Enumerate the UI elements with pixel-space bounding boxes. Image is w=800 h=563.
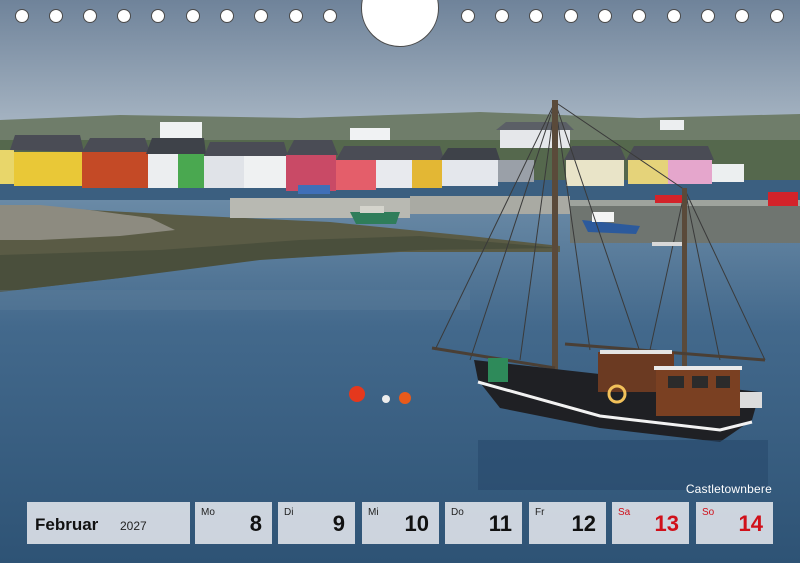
day-number: 12 [571, 511, 596, 536]
binding-hole [564, 9, 578, 23]
day-number: 9 [332, 511, 345, 536]
binding-hole [220, 9, 234, 23]
binding-hole [667, 9, 681, 23]
harbour-photo [0, 0, 800, 563]
day-cell-friday: Fr 12 [529, 502, 606, 544]
day-number: 13 [654, 511, 679, 536]
year-label: 2027 [120, 519, 147, 533]
binding-hole [49, 9, 63, 23]
day-number: 11 [488, 511, 512, 536]
binding-hole [770, 9, 784, 23]
month-name: Februar [35, 515, 99, 534]
day-cell-saturday: Sa 13 [612, 502, 689, 544]
day-cell-sunday: So 14 [696, 502, 773, 544]
day-cell-thursday: Do 11 [445, 502, 522, 544]
day-of-week: Mo [201, 507, 215, 518]
day-cell-wednesday: Mi 10 [362, 502, 439, 544]
day-number: 8 [249, 511, 262, 536]
day-cell-monday: Mo 8 [195, 502, 272, 544]
binding-hole [495, 9, 509, 23]
spiral-binding [0, 0, 800, 47]
binding-hole [461, 9, 475, 23]
binding-hole [151, 9, 165, 23]
day-number: 14 [738, 511, 763, 536]
binding-hole [186, 9, 200, 23]
day-of-week: Mi [368, 507, 379, 518]
green-boat [350, 212, 400, 224]
month-label-box: Februar 2027 [27, 502, 190, 544]
day-of-week: Di [284, 507, 294, 518]
day-of-week: So [702, 507, 715, 518]
binding-hole [529, 9, 543, 23]
binding-hole [117, 9, 131, 23]
day-of-week: Do [451, 507, 464, 518]
binding-hole [254, 9, 268, 23]
binding-hole [701, 9, 715, 23]
binding-hole [289, 9, 303, 23]
binding-hole [15, 9, 29, 23]
day-number: 10 [404, 511, 429, 536]
day-cell-tuesday: Di 9 [278, 502, 355, 544]
binding-hole [83, 9, 97, 23]
day-of-week: Sa [618, 507, 631, 518]
binding-hole [598, 9, 612, 23]
day-of-week: Fr [535, 507, 545, 518]
binding-hole [323, 9, 337, 23]
photo-location-caption: Castletownbere [685, 482, 772, 496]
binding-hole [735, 9, 749, 23]
binding-hole [632, 9, 646, 23]
